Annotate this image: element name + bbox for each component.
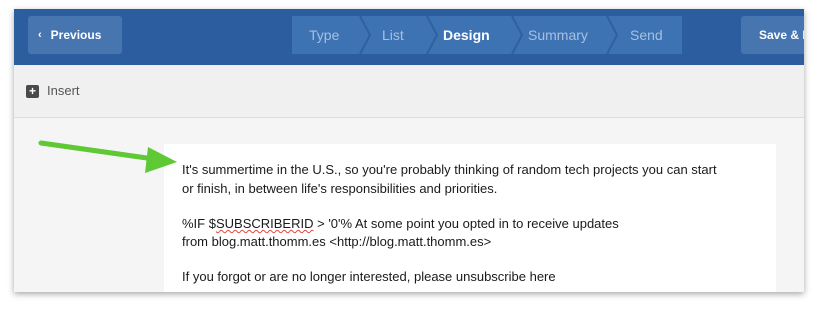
app-window: ‹ Previous Type List Design Summary Send… bbox=[14, 9, 804, 292]
green-arrow-icon bbox=[38, 140, 177, 173]
